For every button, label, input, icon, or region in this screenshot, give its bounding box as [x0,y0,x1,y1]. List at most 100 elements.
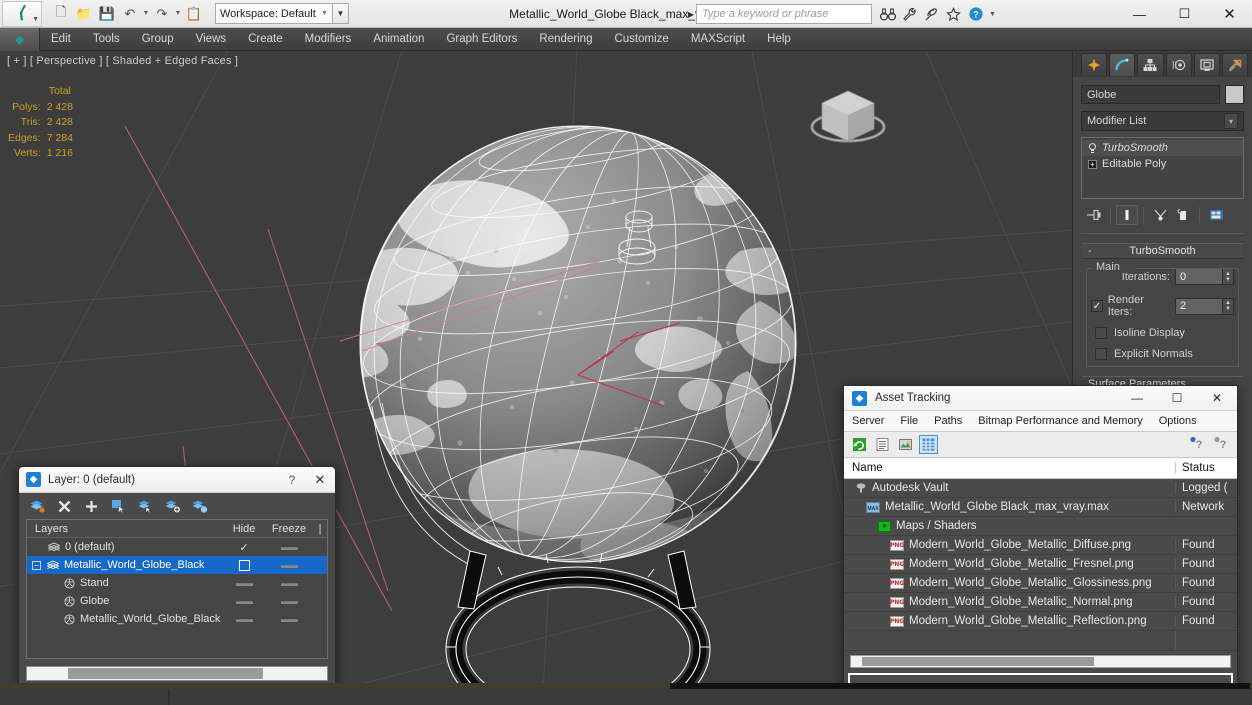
asset-row[interactable]: PNG Modern_World_Globe_Metallic_Fresnel.… [844,555,1237,574]
isoline-display-row[interactable]: Isoline Display [1091,327,1234,339]
set-current-layer-icon[interactable] [191,498,208,515]
help-dropdown-icon[interactable]: ▼ [989,11,996,18]
binoculars-icon[interactable] [878,5,897,24]
modifier-list-dropdown[interactable]: Modifier List ▾ [1081,111,1244,131]
layer-row[interactable]: Metallic_World_Globe_Black ▬▬ ▬▬ [27,610,327,628]
close-button[interactable]: ✕ [1207,0,1252,28]
asset-row[interactable]: PNG Modern_World_Globe_Metallic_Diffuse.… [844,536,1237,555]
menu-item-file[interactable]: File [892,411,926,432]
asset-row[interactable]: MAX Metallic_World_Globe Black_max_vray.… [844,498,1237,517]
satellite-icon[interactable] [922,5,941,24]
menu-item-paths[interactable]: Paths [926,411,970,432]
utilities-tab[interactable] [1221,53,1249,76]
explicit-normals-checkbox[interactable] [1095,348,1107,360]
hide-cell[interactable]: ▬▬ [223,578,265,588]
asset-tracking-titlebar[interactable]: ◆ Asset Tracking — ☐ ✕ [844,386,1237,411]
grid-view-icon[interactable] [919,435,938,454]
bitmap-view-icon[interactable] [896,435,915,454]
select-objects-in-layer-icon[interactable] [110,498,127,515]
layer-horizontal-scrollbar[interactable] [26,666,328,681]
iterations-value[interactable]: 0 [1175,268,1223,285]
menu-item-create[interactable]: Create [237,28,294,51]
menu-item-bitmap-performance-and-memory[interactable]: Bitmap Performance and Memory [970,411,1150,432]
spinner-arrows-icon[interactable]: ▲ ▼ [1223,268,1234,285]
search-expand-icon[interactable]: ▶ [686,10,696,19]
freeze-cell[interactable]: ▬▬ [265,560,313,570]
configure-modifier-sets-icon[interactable] [1205,205,1227,225]
asset-horizontal-scrollbar[interactable] [850,655,1231,668]
layer-list[interactable]: Layers Hide Freeze | 0 (default) ✓ ▬▬ − [26,519,328,659]
menu-item-views[interactable]: Views [185,28,237,51]
undo-dropdown-icon[interactable]: ▼ [142,10,150,17]
menu-item-modifiers[interactable]: Modifiers [294,28,363,51]
modifier-stack-item-editable-poly[interactable]: + Editable Poly [1082,156,1243,172]
lightbulb-icon[interactable] [1088,142,1097,154]
object-name-input[interactable]: Globe [1081,85,1220,104]
workspace-dropdown-button[interactable]: ▼ [333,3,349,24]
hierarchy-tab[interactable] [1137,53,1164,76]
modifier-stack[interactable]: TurboSmooth + Editable Poly [1081,137,1244,199]
layer-dialog[interactable]: ◆ Layer: 0 (default) ? ✕ Layers Hide Fre… [18,466,336,691]
freeze-cell[interactable]: ▬▬ [265,614,313,624]
new-file-icon[interactable]: 🗋 [50,3,72,25]
modifier-stack-item-turbosmooth[interactable]: TurboSmooth [1082,140,1243,156]
asset-row[interactable]: PNG Modern_World_Globe_Metallic_Normal.p… [844,593,1237,612]
pin-stack-icon[interactable] [1083,205,1105,225]
asset-row[interactable]: Autodesk Vault Logged ( [844,479,1237,498]
help-blue-icon[interactable]: ? [1189,435,1205,454]
minimize-button[interactable]: — [1117,391,1157,405]
freeze-cell[interactable]: ▬▬ [265,596,313,606]
wrench-icon[interactable] [900,5,919,24]
scrollbar-thumb[interactable] [68,668,263,679]
redo-dropdown-icon[interactable]: ▼ [174,10,182,17]
explicit-normals-row[interactable]: Explicit Normals [1091,348,1234,360]
freeze-cell[interactable]: ▬▬ [265,578,313,588]
object-color-swatch[interactable] [1225,85,1244,104]
minimize-button[interactable]: — [1117,0,1162,28]
layer-dialog-titlebar[interactable]: ◆ Layer: 0 (default) ? ✕ [19,467,335,493]
hide-cell[interactable]: ▬▬ [223,614,265,624]
list-view-icon[interactable] [873,435,892,454]
display-tab[interactable] [1193,53,1220,76]
create-new-layer-icon[interactable] [29,498,46,515]
redo-icon[interactable]: ↷ [151,3,173,25]
select-highlighted-layers-icon[interactable] [137,498,154,515]
motion-tab[interactable] [1165,53,1192,76]
layer-row[interactable]: Globe ▬▬ ▬▬ [27,592,327,610]
add-layer-icon[interactable] [83,498,100,515]
save-file-icon[interactable]: 💾 [96,3,118,25]
add-selection-to-layer-icon[interactable] [164,498,181,515]
plus-box-icon[interactable]: + [1088,159,1097,169]
hide-cell[interactable]: ✓ [223,541,265,554]
menu-item-tools[interactable]: Tools [82,28,131,51]
close-button[interactable]: ✕ [1197,391,1237,405]
menu-item-maxscript[interactable]: MAXScript [680,28,756,51]
expand-collapse-icon[interactable]: − [32,560,41,570]
project-folder-icon[interactable]: 📋 [183,3,205,25]
render-iters-checkbox[interactable]: ✓ [1091,300,1103,312]
help-icon[interactable]: ? [966,5,985,24]
undo-icon[interactable]: ↶ [119,3,141,25]
delete-layer-icon[interactable] [56,498,73,515]
asset-tracking-dialog[interactable]: ◆ Asset Tracking — ☐ ✕ Server File Paths… [843,385,1238,699]
menu-item-help[interactable]: Help [756,28,802,51]
maximize-button[interactable]: ☐ [1157,391,1197,405]
help-gray-icon[interactable]: ? [1213,435,1229,454]
refresh-icon[interactable] [850,435,869,454]
scrollbar-thumb[interactable] [862,657,1094,666]
close-button[interactable]: ✕ [305,472,335,488]
asset-row[interactable]: PNG Modern_World_Globe_Metallic_Glossine… [844,574,1237,593]
star-icon[interactable] [944,5,963,24]
view-cube[interactable] [802,79,894,157]
asset-row[interactable]: ■ Maps / Shaders [844,517,1237,536]
render-iters-spinner[interactable]: 2 ▲ ▼ [1175,297,1234,315]
menu-item-group[interactable]: Group [131,28,185,51]
layer-row[interactable]: Stand ▬▬ ▬▬ [27,574,327,592]
create-tab[interactable] [1081,53,1108,76]
modify-tab[interactable] [1109,53,1136,76]
layer-row[interactable]: − Metallic_World_Globe_Black ▬▬ [27,556,327,574]
app-logo-button[interactable]: ⟨ ▼ [2,0,42,27]
viewport-label[interactable]: [ + ] [ Perspective ] [ Shaded + Edged F… [7,55,238,67]
isoline-display-checkbox[interactable] [1095,327,1107,339]
menu-item-options[interactable]: Options [1151,411,1205,432]
